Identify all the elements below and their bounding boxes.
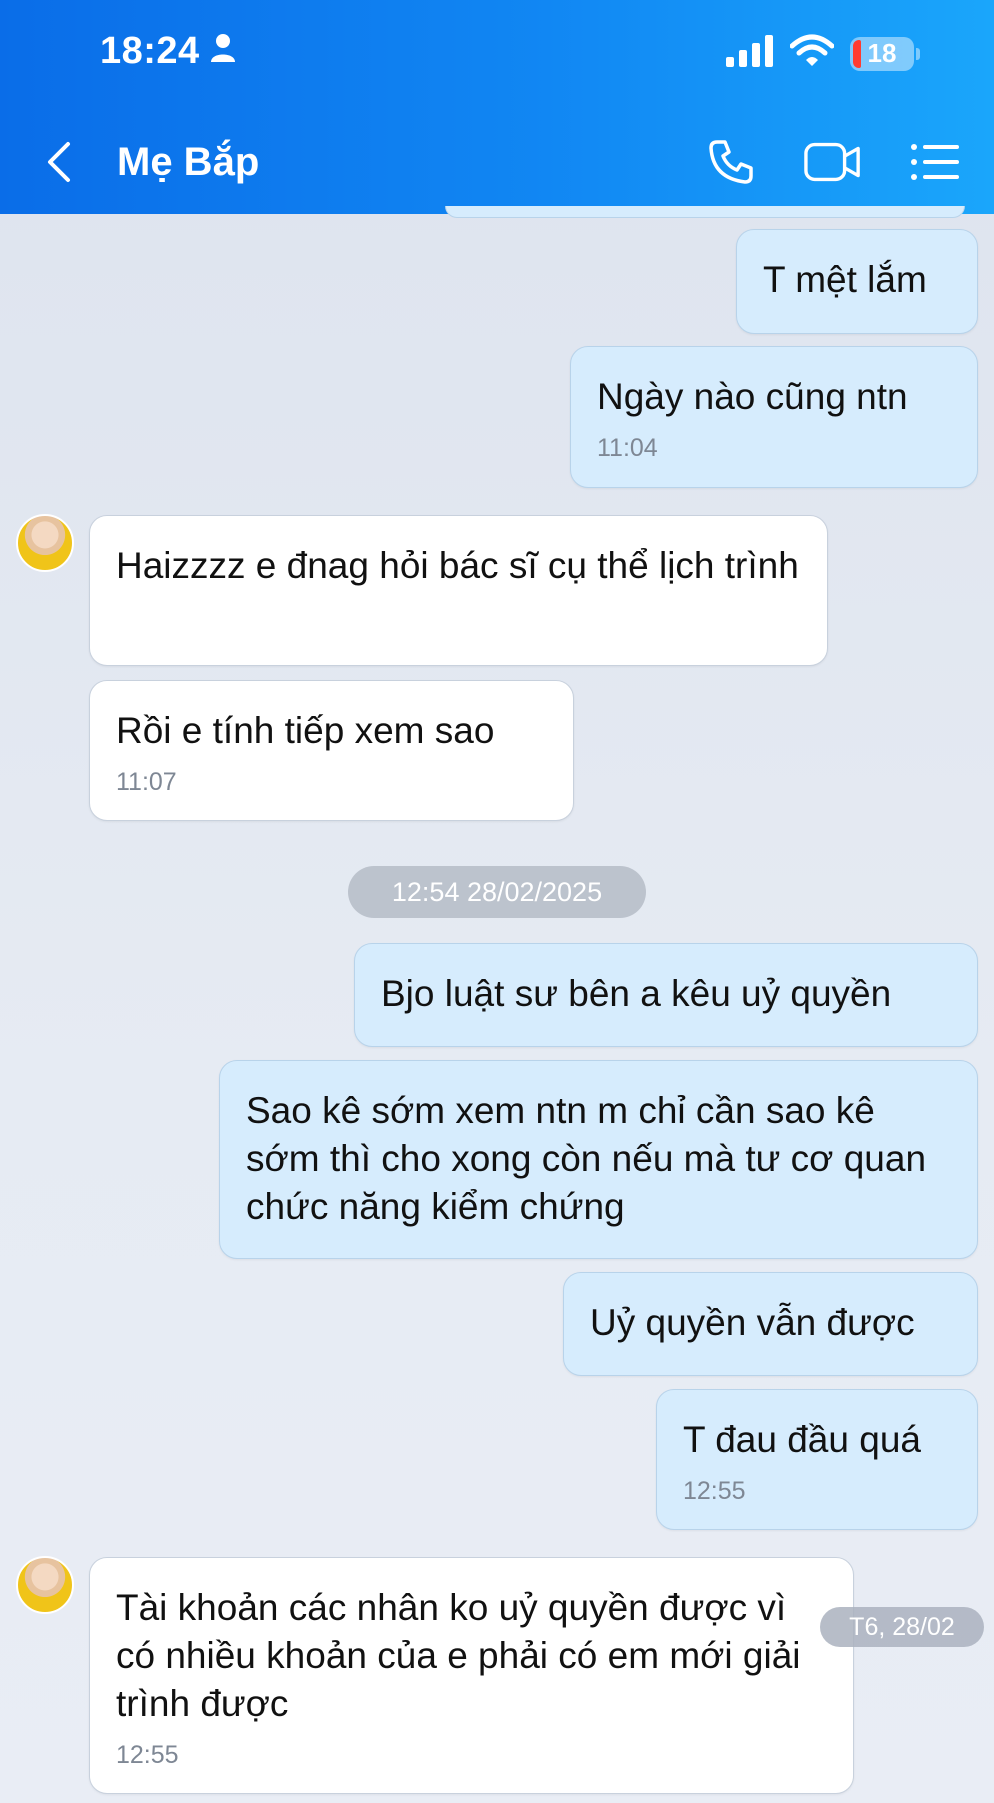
header-actions — [702, 136, 964, 188]
status-time: 18:24 — [100, 30, 236, 73]
signal-icon — [726, 35, 774, 72]
previous-message-edge — [445, 206, 965, 218]
menu-icon[interactable] — [906, 136, 964, 188]
message-sent[interactable]: Ngày nào cũng ntn 11:04 — [570, 346, 978, 488]
contact-avatar[interactable] — [16, 1556, 74, 1614]
chat-title[interactable]: Mẹ Bắp — [117, 140, 259, 185]
message-time: 12:55 — [116, 1741, 179, 1769]
message-received[interactable]: Rồi e tính tiếp xem sao 11:07 — [89, 680, 574, 821]
message-time: 11:04 — [597, 434, 658, 462]
contact-avatar[interactable] — [16, 514, 74, 572]
message-sent[interactable]: Sao kê sớm xem ntn m chỉ cần sao kê sớm … — [219, 1060, 978, 1259]
battery-icon: 18 — [850, 36, 920, 71]
floating-date-label: T6, 28/02 — [820, 1607, 984, 1647]
back-icon[interactable] — [40, 140, 80, 184]
status-icons: 18 — [726, 34, 920, 73]
wifi-icon — [789, 34, 835, 73]
message-text: Uỷ quyền vẫn được — [590, 1302, 915, 1343]
message-text: Ngày nào cũng ntn — [597, 376, 908, 417]
message-received[interactable]: Haizzzz e đnag hỏi bác sĩ cụ thể lịch tr… — [89, 515, 828, 666]
battery-level: 18 — [867, 38, 897, 68]
message-sent[interactable]: T mệt lắm — [736, 229, 978, 334]
message-time: 12:55 — [683, 1477, 746, 1505]
header-bar: 18:24 18 Mẹ Bắp — [0, 0, 994, 214]
message-text: Sao kê sớm xem ntn m chỉ cần sao kê sớm … — [246, 1090, 927, 1227]
date-divider: 12:54 28/02/2025 — [348, 866, 646, 918]
message-time: 11:07 — [116, 768, 177, 796]
status-time-text: 18:24 — [100, 30, 200, 72]
message-text: T mệt lắm — [763, 259, 927, 300]
message-sent[interactable]: Bjo luật sư bên a kêu uỷ quyền — [354, 943, 978, 1047]
message-text: Bjo luật sư bên a kêu uỷ quyền — [381, 973, 892, 1014]
message-text: Rồi e tính tiếp xem sao — [116, 710, 495, 751]
message-text: T đau đầu quá — [683, 1419, 921, 1460]
message-received[interactable]: Tài khoản các nhân ko uỷ quyền được vì c… — [89, 1557, 854, 1794]
message-text: Haizzzz e đnag hỏi bác sĩ cụ thể lịch tr… — [116, 545, 799, 586]
message-sent[interactable]: T đau đầu quá 12:55 — [656, 1389, 978, 1530]
message-sent[interactable]: Uỷ quyền vẫn được — [563, 1272, 978, 1376]
chat-screen: 18:24 18 Mẹ Bắp T mệt lắm Ngày nào cũng … — [0, 0, 994, 1803]
message-text: Tài khoản các nhân ko uỷ quyền được vì c… — [116, 1587, 801, 1724]
person-icon — [210, 30, 236, 73]
phone-icon[interactable] — [702, 136, 760, 188]
video-call-icon[interactable] — [804, 136, 862, 188]
